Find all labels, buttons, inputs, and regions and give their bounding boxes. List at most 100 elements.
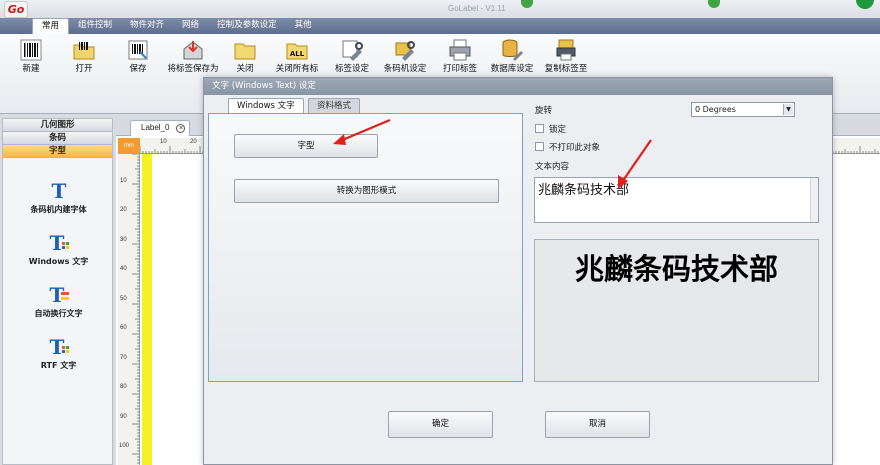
chevron-down-icon[interactable]: ▼	[783, 104, 793, 115]
no-print-label: 不打印此对象	[549, 143, 601, 153]
copy-label-button-label: 复制标签至	[544, 64, 588, 74]
status-indicator-icon	[521, 0, 533, 8]
object-palette: 几何图形 条码 字型 T 条码机内建字体 T Windows 文字 T 自动换行…	[2, 118, 113, 465]
save-as-button[interactable]: 将标签保存为	[165, 38, 221, 74]
label-guide-strip	[142, 154, 152, 465]
open-button[interactable]: 打开	[60, 38, 108, 74]
print-icon	[449, 39, 471, 61]
category-barcode[interactable]: 条码	[3, 132, 112, 145]
copy-label-button[interactable]: 复制标签至	[541, 38, 591, 74]
close-button[interactable]: 关闭	[221, 38, 269, 74]
save-as-button-label: 将标签保存为	[167, 64, 219, 74]
app-logo: Go	[4, 1, 28, 18]
close-window-icon[interactable]	[856, 0, 874, 9]
label-settings-button[interactable]: 标签设定	[328, 38, 376, 74]
preview-text: 兆麟条码技术部	[574, 252, 778, 286]
database-settings-button[interactable]: 数据库设定	[487, 38, 537, 74]
app-title: GoLabel - V1.11	[448, 4, 506, 13]
palette-builtin-font-label: 条码机内建字体	[30, 205, 87, 214]
text-preview: 兆麟条码技术部	[534, 239, 819, 382]
category-fonts[interactable]: 字型	[3, 145, 112, 158]
tab-control-params[interactable]: 控制及参数设定	[208, 18, 286, 34]
lock-checkbox[interactable]	[535, 124, 544, 133]
dialog-title: 文字 (Windows Text) 设定	[204, 78, 832, 95]
database-settings-button-label: 数据库设定	[490, 64, 534, 74]
svg-text:T: T	[51, 179, 66, 201]
ruler-tick-label: 20	[120, 207, 127, 213]
rotation-value: 0 Degrees	[695, 105, 736, 114]
content-label: 文本内容	[535, 162, 570, 172]
ruler-tick-label: 70	[120, 355, 127, 361]
tab-network[interactable]: 网络	[173, 18, 208, 34]
font-button[interactable]: 字型	[234, 134, 378, 158]
lock-label: 锁定	[549, 125, 567, 135]
wrap-text-icon: T	[49, 283, 69, 305]
database-icon	[502, 39, 523, 61]
close-all-icon: ALL	[286, 43, 308, 60]
windows-text-icon: T	[49, 231, 69, 253]
tab-other[interactable]: 其他	[286, 18, 321, 34]
ruler-tick-label: 100	[119, 443, 130, 449]
printer-settings-button[interactable]: 条码机设定	[381, 38, 429, 74]
ok-button[interactable]: 确定	[388, 411, 493, 438]
content-scrollbar[interactable]	[810, 178, 818, 222]
open-folder-icon	[73, 42, 95, 60]
tab-component-control[interactable]: 组件控制	[69, 18, 121, 34]
ruler-tick-label: 10	[120, 178, 127, 184]
save-button[interactable]: 保存	[114, 38, 162, 74]
ruler-tick-label: 80	[120, 384, 127, 390]
palette-wrap-text[interactable]: T 自动换行文字	[3, 283, 114, 319]
ruler-tick-label: 50	[120, 296, 127, 302]
builtin-font-icon: T	[51, 179, 66, 201]
text-content-value: 兆麟条码技术部	[538, 183, 630, 198]
palette-windows-text-label: Windows 文字	[28, 257, 89, 266]
convert-to-graphic-button[interactable]: 转换为图形模式	[234, 179, 499, 203]
cancel-button[interactable]: 取消	[545, 411, 650, 438]
save-icon	[128, 40, 148, 60]
tab-common[interactable]: 常用	[32, 18, 70, 35]
new-button-label: 新建	[22, 64, 40, 74]
tab-windows-text[interactable]: Windows 文字	[228, 98, 304, 114]
close-all-badge: ALL	[290, 50, 305, 58]
ribbon-tabs: 常用 组件控制 物件对齐 网络 控制及参数设定 其他	[32, 18, 321, 35]
ruler-tick-label: 60	[120, 325, 127, 331]
close-all-button-label: 关闭所有标	[275, 64, 319, 74]
print-button-label: 打印标签	[442, 64, 477, 74]
new-barcode-icon	[20, 39, 42, 61]
copy-label-icon	[556, 39, 576, 61]
document-tab[interactable]: Label_0 ×	[130, 120, 191, 136]
status-indicator-icon	[708, 0, 720, 8]
palette-rtf-text-label: RTF 文字	[40, 361, 77, 370]
no-print-checkbox[interactable]	[535, 142, 544, 151]
tab-page: 字型 转换为图形模式	[208, 113, 523, 382]
ruler-tick-label: 20	[190, 139, 197, 145]
rotation-select[interactable]: 0 Degrees ▼	[691, 102, 795, 117]
printer-settings-button-label: 条码机设定	[383, 64, 427, 74]
document-tab-label: Label_0	[141, 123, 170, 132]
label-settings-button-label: 标签设定	[334, 64, 369, 74]
ruler-unit: mm	[118, 138, 140, 154]
palette-windows-text[interactable]: T Windows 文字	[3, 231, 114, 267]
save-button-label: 保存	[129, 64, 147, 74]
save-as-icon	[183, 41, 203, 60]
open-button-label: 打开	[75, 64, 93, 74]
close-all-button[interactable]: ALL 关闭所有标	[273, 38, 321, 74]
ruler-tick-label: 30	[120, 237, 127, 243]
print-button[interactable]: 打印标签	[436, 38, 484, 74]
windows-text-dialog: 文字 (Windows Text) 设定 Windows 文字 资料格式 字型 …	[203, 77, 833, 465]
palette-rtf-text[interactable]: T RTF 文字	[3, 335, 114, 371]
label-settings-icon	[342, 40, 363, 61]
ruler-tick-label: 90	[120, 414, 127, 420]
close-folder-icon	[234, 43, 256, 60]
tab-close-icon[interactable]: ×	[176, 124, 186, 133]
ruler-tick-label: 40	[120, 266, 127, 272]
text-content-input[interactable]: 兆麟条码技术部	[534, 177, 819, 223]
rotation-label: 旋转	[535, 106, 553, 116]
category-shapes[interactable]: 几何图形	[3, 119, 112, 132]
title-bar: Go GoLabel - V1.11	[0, 0, 880, 20]
tab-object-align[interactable]: 物件对齐	[121, 18, 173, 34]
new-button[interactable]: 新建	[7, 38, 55, 74]
tab-data-format[interactable]: 资料格式	[308, 98, 361, 113]
vertical-ruler: 10 20 30 40 50 60 70 80 90 100	[118, 154, 140, 465]
palette-builtin-font[interactable]: T 条码机内建字体	[3, 179, 114, 215]
